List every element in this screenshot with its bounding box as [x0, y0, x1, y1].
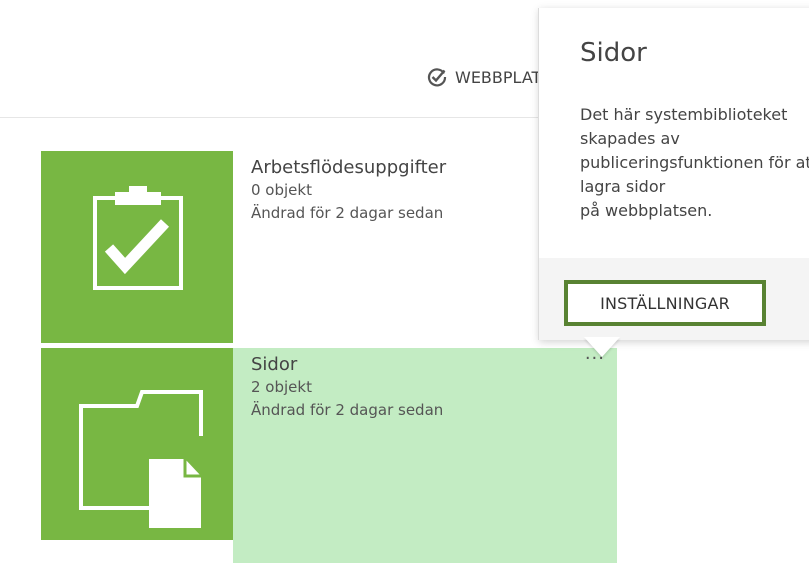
callout-description: Det här systembiblioteket skapades av pu…: [580, 105, 809, 220]
tile-text: Sidor 2 objekt Ändrad för 2 dagar sedan: [251, 354, 443, 422]
tile-item-count: 2 objekt: [251, 378, 312, 396]
tile-title[interactable]: Arbetsflödesuppgifter: [251, 157, 446, 179]
folder-document-icon: [79, 390, 203, 528]
callout-title: Sidor: [580, 38, 647, 68]
settings-button[interactable]: INSTÄLLNINGAR: [564, 280, 766, 326]
callout-pointer: [584, 337, 620, 357]
tile-title[interactable]: Sidor: [251, 354, 443, 376]
tile-item-count: 0 objekt: [251, 181, 312, 199]
info-callout: Sidor Det här systembiblioteket skapades…: [539, 8, 809, 340]
check-circle-icon: [427, 68, 447, 87]
tile-icon-box[interactable]: [41, 348, 233, 540]
tile-modified: Ändrad för 2 dagar sedan: [251, 204, 444, 222]
tile-modified: Ändrad för 2 dagar sedan: [251, 401, 444, 419]
tile-icon-box[interactable]: [41, 151, 233, 343]
clipboard-check-icon: [93, 186, 183, 290]
tile-text: Arbetsflödesuppgifter 0 objekt Ändrad fö…: [251, 157, 446, 225]
